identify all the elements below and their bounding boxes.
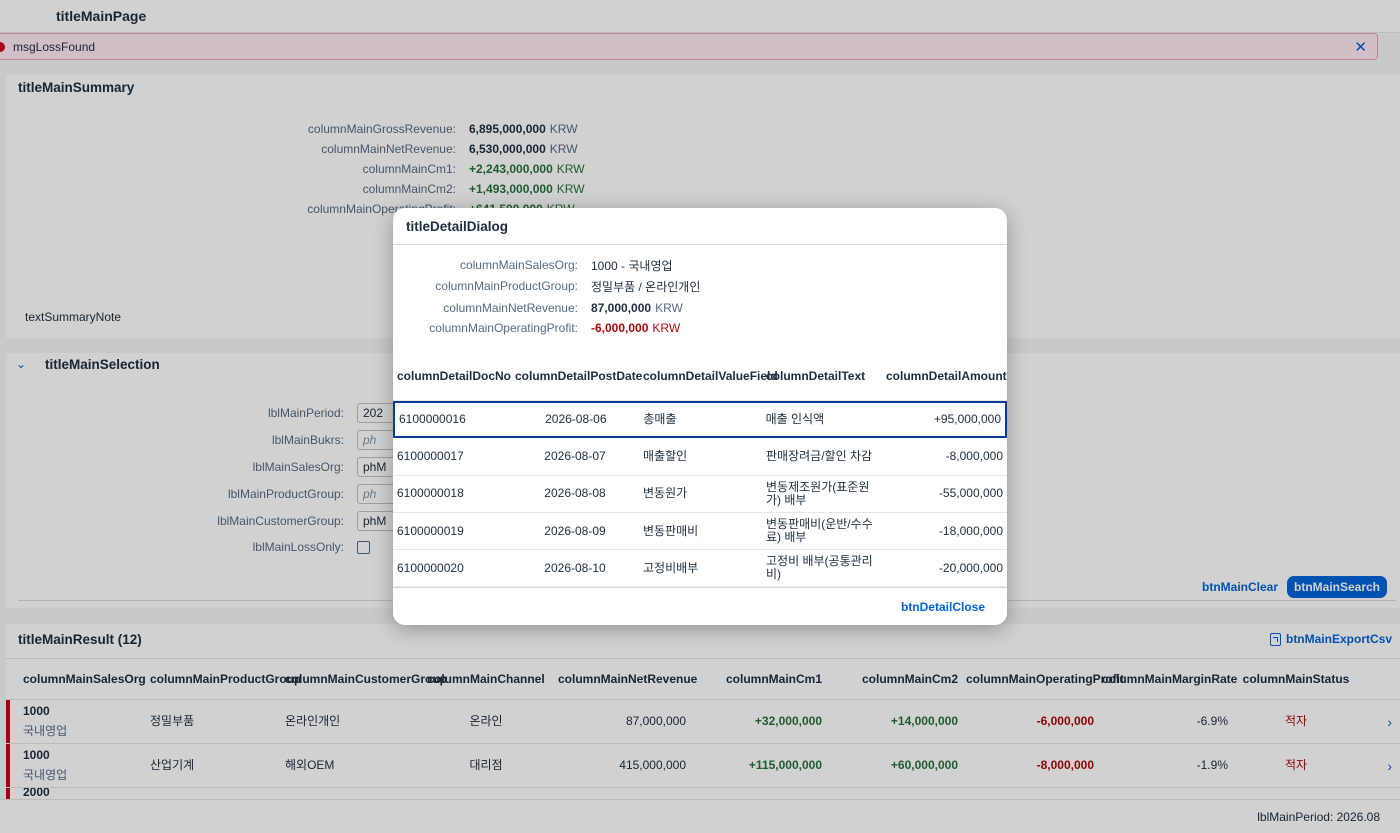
info-unit: KRW — [652, 321, 681, 335]
info-label: columnMainOperatingProfit: — [429, 321, 578, 335]
dialog-info-net-revenue: columnMainNetRevenue: 87,000,000 KRW — [393, 299, 683, 317]
cell-doc-no: 6100000019 — [397, 523, 464, 538]
column-header[interactable]: columnDetailAmount — [882, 369, 1007, 383]
info-unit: KRW — [655, 301, 683, 315]
cell-text: 고정비 배부(공통관리비) — [766, 554, 873, 582]
dialog-footer: btnDetailClose — [393, 587, 1007, 625]
cell-text: 변동제조원가(표준원가) 배부 — [766, 479, 870, 507]
column-header[interactable]: columnDetailPostDate — [511, 369, 642, 383]
cell-text: 변동판매비(운반/수수료) 배부 — [766, 517, 873, 545]
dialog-info-product-group: columnMainProductGroup: 정밀부품 / 온라인개인 — [393, 277, 700, 295]
detail-dialog: titleDetailDialog columnMainSalesOrg: 10… — [393, 208, 1007, 625]
cell-post-date: 2026-08-06 — [545, 412, 607, 427]
cell-post-date: 2026-08-10 — [544, 560, 606, 575]
column-header[interactable]: columnDetailValueField — [639, 369, 778, 383]
cell-doc-no: 6100000016 — [399, 412, 466, 427]
column-header[interactable]: columnDetailDocNo — [393, 369, 511, 383]
info-value: 1000 - 국내영업 — [591, 258, 673, 273]
detail-table: columnDetailDocNo columnDetailPostDate c… — [393, 352, 1007, 588]
info-value: 정밀부품 / 온라인개인 — [591, 279, 701, 294]
cell-value-field: 매출할인 — [643, 448, 688, 463]
dialog-info-operating-profit: columnMainOperatingProfit: -6,000,000 KR… — [393, 319, 680, 337]
cell-post-date: 2026-08-09 — [544, 523, 606, 538]
info-label: columnMainProductGroup: — [435, 279, 578, 293]
table-row[interactable]: 6100000019 2026-08-09 변동판매비 변동판매비(운반/수수료… — [393, 513, 1007, 551]
column-header[interactable]: columnDetailText — [762, 369, 882, 383]
info-value: 87,000,000 — [591, 301, 652, 315]
cell-amount: -20,000,000 — [938, 560, 1003, 575]
table-row[interactable]: 6100000016 2026-08-06 총매출 매출 인식액 +95,000… — [393, 401, 1007, 439]
cell-value-field: 총매출 — [643, 412, 677, 427]
dialog-info-sales-org: columnMainSalesOrg: 1000 - 국내영업 — [393, 256, 673, 274]
cell-post-date: 2026-08-08 — [544, 486, 606, 501]
cell-amount: -8,000,000 — [945, 448, 1003, 463]
cell-doc-no: 6100000017 — [397, 448, 464, 463]
cell-value-field: 변동판매비 — [643, 523, 699, 538]
cell-amount: +95,000,000 — [933, 412, 1001, 427]
info-label: columnMainSalesOrg: — [459, 258, 578, 272]
cell-value-field: 고정비배부 — [643, 560, 699, 575]
cell-text: 판매장려금/할인 차감 — [766, 448, 873, 463]
dialog-title: titleDetailDialog — [393, 208, 1007, 245]
info-value: -6,000,000 — [591, 321, 649, 335]
cell-post-date: 2026-08-07 — [544, 448, 606, 463]
table-row[interactable]: 6100000017 2026-08-07 매출할인 판매장려금/할인 차감 -… — [393, 438, 1007, 476]
table-row[interactable]: 6100000020 2026-08-10 고정비배부 고정비 배부(공통관리비… — [393, 550, 1007, 588]
cell-text: 매출 인식액 — [765, 412, 825, 427]
cell-doc-no: 6100000018 — [397, 486, 464, 501]
table-header: columnDetailDocNo columnDetailPostDate c… — [393, 352, 1007, 401]
table-row[interactable]: 6100000018 2026-08-08 변동원가 변동제조원가(표준원가) … — [393, 476, 1007, 513]
cell-amount: -55,000,000 — [938, 486, 1003, 501]
cell-amount: -18,000,000 — [938, 523, 1003, 538]
cell-value-field: 변동원가 — [643, 486, 688, 501]
cell-doc-no: 6100000020 — [397, 560, 464, 575]
close-button[interactable]: btnDetailClose — [901, 600, 985, 614]
info-label: columnMainNetRevenue: — [443, 301, 578, 315]
